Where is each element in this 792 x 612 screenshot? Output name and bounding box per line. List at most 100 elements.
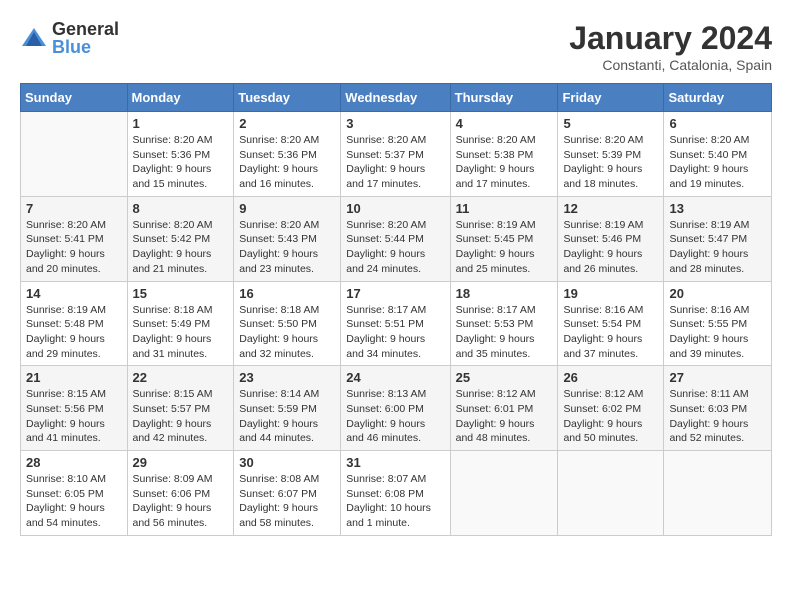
day-number: 28 — [26, 455, 122, 470]
day-info: Sunrise: 8:16 AMSunset: 5:54 PMDaylight:… — [563, 303, 658, 362]
day-info: Sunrise: 8:14 AMSunset: 5:59 PMDaylight:… — [239, 387, 335, 446]
logo-icon — [20, 24, 48, 52]
calendar-cell: 19 Sunrise: 8:16 AMSunset: 5:54 PMDayligh… — [558, 281, 664, 366]
calendar-cell: 7 Sunrise: 8:20 AMSunset: 5:41 PMDaylight… — [21, 196, 128, 281]
day-number: 1 — [133, 116, 229, 131]
day-number: 12 — [563, 201, 658, 216]
day-number: 6 — [669, 116, 766, 131]
calendar-cell — [450, 451, 558, 536]
calendar-cell — [664, 451, 772, 536]
day-number: 23 — [239, 370, 335, 385]
day-number: 14 — [26, 286, 122, 301]
logo-text: General Blue — [52, 20, 119, 56]
logo-blue-label: Blue — [52, 38, 119, 56]
day-header-tuesday: Tuesday — [234, 84, 341, 112]
calendar-cell: 18 Sunrise: 8:17 AMSunset: 5:53 PMDayligh… — [450, 281, 558, 366]
calendar-cell: 29Sunrise: 8:09 AMSunset: 6:06 PMDayligh… — [127, 451, 234, 536]
calendar-cell: 8Sunrise: 8:20 AMSunset: 5:42 PMDaylight… — [127, 196, 234, 281]
day-info: Sunrise: 8:15 AMSunset: 5:56 PMDaylight:… — [26, 387, 122, 446]
day-info: Sunrise: 8:15 AMSunset: 5:57 PMDaylight:… — [133, 387, 229, 446]
calendar-table: SundayMondayTuesdayWednesdayThursdayFrid… — [20, 83, 772, 536]
day-info: Sunrise: 8:13 AMSunset: 6:00 PMDaylight:… — [346, 387, 444, 446]
day-number: 27 — [669, 370, 766, 385]
calendar-cell: 15 Sunrise: 8:18 AMSunset: 5:49 PMDayligh… — [127, 281, 234, 366]
week-row-1: 1 Sunrise: 8:20 AMSunset: 5:36 PMDaylight… — [21, 112, 772, 197]
day-number: 4 — [456, 116, 553, 131]
day-number: 18 — [456, 286, 553, 301]
calendar-cell: 23 Sunrise: 8:14 AMSunset: 5:59 PMDayligh… — [234, 366, 341, 451]
calendar-cell: 28 Sunrise: 8:10 AMSunset: 6:05 PMDayligh… — [21, 451, 128, 536]
day-info: Sunrise: 8:18 AMSunset: 5:50 PMDaylight:… — [239, 303, 335, 362]
week-row-4: 21 Sunrise: 8:15 AMSunset: 5:56 PMDayligh… — [21, 366, 772, 451]
day-number: 30 — [239, 455, 335, 470]
day-info: Sunrise: 8:17 AMSunset: 5:51 PMDaylight:… — [346, 303, 444, 362]
day-info: Sunrise: 8:20 AMSunset: 5:38 PMDaylight:… — [456, 133, 553, 192]
day-header-thursday: Thursday — [450, 84, 558, 112]
calendar-cell: 6 Sunrise: 8:20 AMSunset: 5:40 PMDaylight… — [664, 112, 772, 197]
day-number: 3 — [346, 116, 444, 131]
calendar-cell: 21 Sunrise: 8:15 AMSunset: 5:56 PMDayligh… — [21, 366, 128, 451]
month-year: January 2024 — [569, 20, 772, 57]
day-number: 19 — [563, 286, 658, 301]
day-number: 22 — [133, 370, 229, 385]
calendar-cell — [21, 112, 128, 197]
day-info: Sunrise: 8:19 AMSunset: 5:47 PMDaylight:… — [669, 218, 766, 277]
day-number: 10 — [346, 201, 444, 216]
calendar-cell: 9Sunrise: 8:20 AMSunset: 5:43 PMDaylight… — [234, 196, 341, 281]
day-info: Sunrise: 8:10 AMSunset: 6:05 PMDaylight:… — [26, 472, 122, 531]
day-info: Sunrise: 8:12 AMSunset: 6:01 PMDaylight:… — [456, 387, 553, 446]
calendar-cell: 12Sunrise: 8:19 AMSunset: 5:46 PMDayligh… — [558, 196, 664, 281]
day-number: 25 — [456, 370, 553, 385]
day-info: Sunrise: 8:20 AMSunset: 5:41 PMDaylight:… — [26, 218, 122, 277]
calendar-cell: 5 Sunrise: 8:20 AMSunset: 5:39 PMDaylight… — [558, 112, 664, 197]
day-info: Sunrise: 8:19 AMSunset: 5:45 PMDaylight:… — [456, 218, 553, 277]
day-number: 17 — [346, 286, 444, 301]
week-row-5: 28 Sunrise: 8:10 AMSunset: 6:05 PMDayligh… — [21, 451, 772, 536]
day-info: Sunrise: 8:20 AMSunset: 5:40 PMDaylight:… — [669, 133, 766, 192]
day-info: Sunrise: 8:12 AMSunset: 6:02 PMDaylight:… — [563, 387, 658, 446]
logo-general-label: General — [52, 20, 119, 38]
day-number: 2 — [239, 116, 335, 131]
day-info: Sunrise: 8:20 AMSunset: 5:44 PMDaylight:… — [346, 218, 444, 277]
day-info: Sunrise: 8:08 AMSunset: 6:07 PMDaylight:… — [239, 472, 335, 531]
week-row-2: 7 Sunrise: 8:20 AMSunset: 5:41 PMDaylight… — [21, 196, 772, 281]
calendar-cell: 10 Sunrise: 8:20 AMSunset: 5:44 PMDayligh… — [341, 196, 450, 281]
day-info: Sunrise: 8:19 AMSunset: 5:48 PMDaylight:… — [26, 303, 122, 362]
day-info: Sunrise: 8:07 AMSunset: 6:08 PMDaylight:… — [346, 472, 444, 531]
calendar-cell: 14 Sunrise: 8:19 AMSunset: 5:48 PMDayligh… — [21, 281, 128, 366]
calendar-cell: 30 Sunrise: 8:08 AMSunset: 6:07 PMDayligh… — [234, 451, 341, 536]
week-row-3: 14 Sunrise: 8:19 AMSunset: 5:48 PMDayligh… — [21, 281, 772, 366]
calendar-cell: 2 Sunrise: 8:20 AMSunset: 5:36 PMDaylight… — [234, 112, 341, 197]
calendar-cell: 17 Sunrise: 8:17 AMSunset: 5:51 PMDayligh… — [341, 281, 450, 366]
day-number: 7 — [26, 201, 122, 216]
days-header-row: SundayMondayTuesdayWednesdayThursdayFrid… — [21, 84, 772, 112]
day-number: 9 — [239, 201, 335, 216]
day-info: Sunrise: 8:17 AMSunset: 5:53 PMDaylight:… — [456, 303, 553, 362]
day-info: Sunrise: 8:18 AMSunset: 5:49 PMDaylight:… — [133, 303, 229, 362]
calendar-cell: 4 Sunrise: 8:20 AMSunset: 5:38 PMDaylight… — [450, 112, 558, 197]
day-number: 29 — [133, 455, 229, 470]
day-number: 13 — [669, 201, 766, 216]
day-info: Sunrise: 8:20 AMSunset: 5:39 PMDaylight:… — [563, 133, 658, 192]
day-info: Sunrise: 8:20 AMSunset: 5:36 PMDaylight:… — [239, 133, 335, 192]
day-info: Sunrise: 8:20 AMSunset: 5:37 PMDaylight:… — [346, 133, 444, 192]
calendar-cell: 1 Sunrise: 8:20 AMSunset: 5:36 PMDaylight… — [127, 112, 234, 197]
day-info: Sunrise: 8:11 AMSunset: 6:03 PMDaylight:… — [669, 387, 766, 446]
logo: General Blue — [20, 20, 119, 56]
title-area: January 2024 Constanti, Catalonia, Spain — [569, 20, 772, 73]
day-info: Sunrise: 8:16 AMSunset: 5:55 PMDaylight:… — [669, 303, 766, 362]
day-number: 16 — [239, 286, 335, 301]
day-header-friday: Friday — [558, 84, 664, 112]
day-header-wednesday: Wednesday — [341, 84, 450, 112]
day-number: 21 — [26, 370, 122, 385]
day-number: 15 — [133, 286, 229, 301]
calendar-cell — [558, 451, 664, 536]
day-info: Sunrise: 8:20 AMSunset: 5:36 PMDaylight:… — [133, 133, 229, 192]
day-number: 20 — [669, 286, 766, 301]
location: Constanti, Catalonia, Spain — [569, 57, 772, 73]
day-number: 5 — [563, 116, 658, 131]
calendar-cell: 27 Sunrise: 8:11 AMSunset: 6:03 PMDayligh… — [664, 366, 772, 451]
day-number: 26 — [563, 370, 658, 385]
calendar-cell: 22 Sunrise: 8:15 AMSunset: 5:57 PMDayligh… — [127, 366, 234, 451]
calendar-cell: 20 Sunrise: 8:16 AMSunset: 5:55 PMDayligh… — [664, 281, 772, 366]
